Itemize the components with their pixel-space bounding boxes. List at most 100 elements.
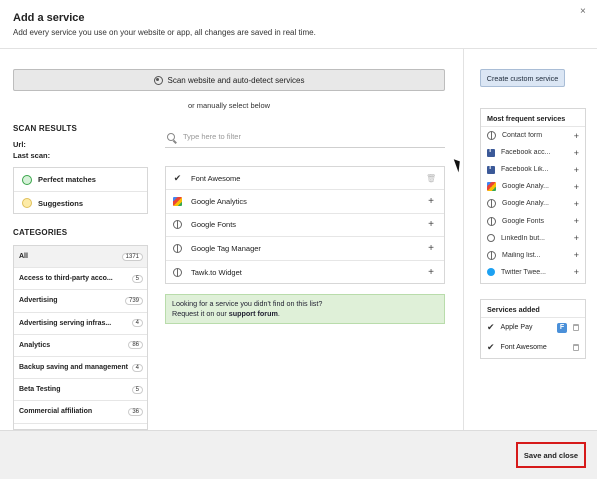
check-icon: ✔ (173, 172, 182, 183)
dialog-footer (0, 430, 597, 479)
add-icon[interactable]: + (574, 131, 579, 141)
facebook-icon (487, 164, 495, 174)
globe-icon (487, 131, 496, 141)
category-label: Access to third-party acco... (19, 275, 113, 283)
frequent-item[interactable]: Facebook Lik...+ (481, 161, 585, 178)
category-item[interactable]: Analytics 86 (14, 335, 147, 357)
frequent-item[interactable]: Google Analy... + (481, 195, 585, 212)
add-icon[interactable]: + (574, 216, 579, 226)
category-label: Backup saving and management (19, 364, 128, 372)
category-item[interactable]: Commercial affiliation 36 (14, 401, 147, 424)
services-added: Services added ✔ Apple Pay F ✔ Font Awes… (480, 299, 586, 359)
category-item[interactable]: Advertising serving infras... 4 (14, 313, 147, 335)
frequent-item[interactable]: Facebook acc...+ (481, 144, 585, 161)
added-item-apple-pay: ✔ Apple Pay F (481, 318, 585, 338)
save-highlight: Save and close (516, 442, 586, 468)
save-and-close-button[interactable]: Save and close (524, 451, 578, 460)
add-icon[interactable]: + (426, 267, 436, 278)
category-count: 739 (124, 296, 143, 305)
category-label: Advertising (19, 297, 58, 305)
category-item[interactable]: Advertising 739 (14, 290, 147, 313)
globe-icon (173, 267, 182, 277)
add-icon[interactable]: + (574, 199, 579, 209)
service-name: Font Awesome (191, 173, 241, 183)
services-list: ✔ Font Awesome 🗑 Google Analytics + Goog… (165, 166, 445, 284)
suggestion-icon (22, 198, 32, 208)
add-icon[interactable]: + (426, 219, 436, 230)
search-icon (167, 132, 175, 141)
frequent-item[interactable]: LinkedIn but... + (481, 230, 585, 247)
service-name: Google Fonts (191, 220, 237, 230)
close-icon[interactable]: × (580, 6, 586, 17)
frequent-item[interactable]: Google Fonts + (481, 212, 585, 229)
add-icon[interactable]: + (574, 165, 579, 175)
add-icon[interactable]: + (426, 196, 436, 207)
added-item-font-awesome: ✔ Font Awesome (481, 338, 585, 358)
create-custom-service-button[interactable]: Create custom service (480, 69, 565, 87)
add-icon[interactable]: + (574, 250, 579, 260)
suggestions-item[interactable]: Suggestions (14, 191, 147, 214)
frequent-item[interactable]: Google Analy... + (481, 178, 585, 195)
filter-input[interactable] (183, 132, 423, 141)
most-frequent-services: Most frequent services Contact form+ Fac… (480, 108, 586, 284)
category-count: 5 (131, 385, 143, 394)
globe-icon (487, 199, 496, 209)
category-label: Commercial affiliation (19, 408, 93, 416)
frequent-item[interactable]: Twitter Twee... + (481, 264, 585, 281)
notice-line-2: Request it on our support forum. (172, 309, 280, 318)
globe-icon (487, 216, 496, 226)
category-count: 36 (128, 407, 143, 416)
notice-line-1: Looking for a service you didn't find on… (172, 299, 323, 308)
add-icon[interactable]: + (574, 148, 579, 158)
category-item[interactable]: Beta Testing 5 (14, 379, 147, 402)
globe-icon (173, 220, 182, 230)
add-icon[interactable]: + (574, 233, 579, 243)
twitter-icon (487, 268, 495, 277)
service-row-google-tag-manager[interactable]: Google Tag Manager + (166, 237, 444, 261)
last-scan-label: Last scan: (13, 151, 51, 160)
check-icon: ✔ (487, 341, 495, 352)
dialog-title: Add a service (13, 12, 85, 24)
category-count: 4 (131, 319, 143, 328)
added-name: Apple Pay (500, 324, 533, 332)
service-row-font-awesome[interactable]: ✔ Font Awesome 🗑 (166, 167, 444, 191)
scan-website-label: Scan website and auto-detect services (167, 75, 305, 85)
category-label: Advertising serving infras... (19, 319, 112, 327)
service-name: Google Tag Manager (191, 243, 261, 253)
frequent-item[interactable]: Contact form + (481, 127, 585, 144)
service-name: Google Analytics (191, 197, 247, 207)
google-analytics-icon (487, 182, 496, 192)
add-icon[interactable]: + (574, 182, 579, 192)
add-icon[interactable]: + (574, 267, 579, 277)
category-item[interactable]: Access to third-party acco... 5 (14, 268, 147, 291)
google-analytics-icon (173, 197, 182, 207)
services-added-heading: Services added (481, 300, 585, 318)
service-row-google-fonts[interactable]: Google Fonts + (166, 214, 444, 238)
trash-icon[interactable] (573, 324, 579, 332)
trash-icon[interactable]: 🗑 (426, 174, 436, 183)
perfect-matches-label: Perfect matches (38, 175, 96, 184)
service-name: Tawk.to Widget (191, 267, 242, 277)
perfect-matches-item[interactable]: Perfect matches (14, 168, 147, 191)
category-label: Beta Testing (19, 386, 61, 394)
dialog-header: Add a service Add every service you use … (0, 0, 597, 48)
service-row-tawk-to[interactable]: Tawk.to Widget + (166, 261, 444, 284)
scan-results-heading: SCAN RESULTS (13, 124, 78, 133)
suggestions-label: Suggestions (38, 198, 84, 208)
trash-icon[interactable] (573, 343, 579, 351)
facebook-icon (487, 147, 495, 157)
category-count: 1371 (121, 252, 143, 261)
category-count: 4 (131, 363, 143, 372)
scan-website-button[interactable]: Scan website and auto-detect services (13, 69, 445, 91)
frequent-item[interactable]: Mailing list... + (481, 247, 585, 264)
added-name: Font Awesome (500, 343, 547, 351)
category-item[interactable]: All 1371 (14, 246, 147, 269)
perfect-match-icon (22, 174, 32, 185)
badge-icon[interactable]: F (557, 322, 567, 333)
add-icon[interactable]: + (426, 243, 436, 254)
globe-icon (487, 234, 495, 243)
service-row-google-analytics[interactable]: Google Analytics + (166, 190, 444, 214)
support-forum-link[interactable]: support forum (229, 309, 278, 318)
category-item[interactable]: Backup saving and management 4 (14, 357, 147, 380)
category-label: Analytics (19, 341, 51, 349)
